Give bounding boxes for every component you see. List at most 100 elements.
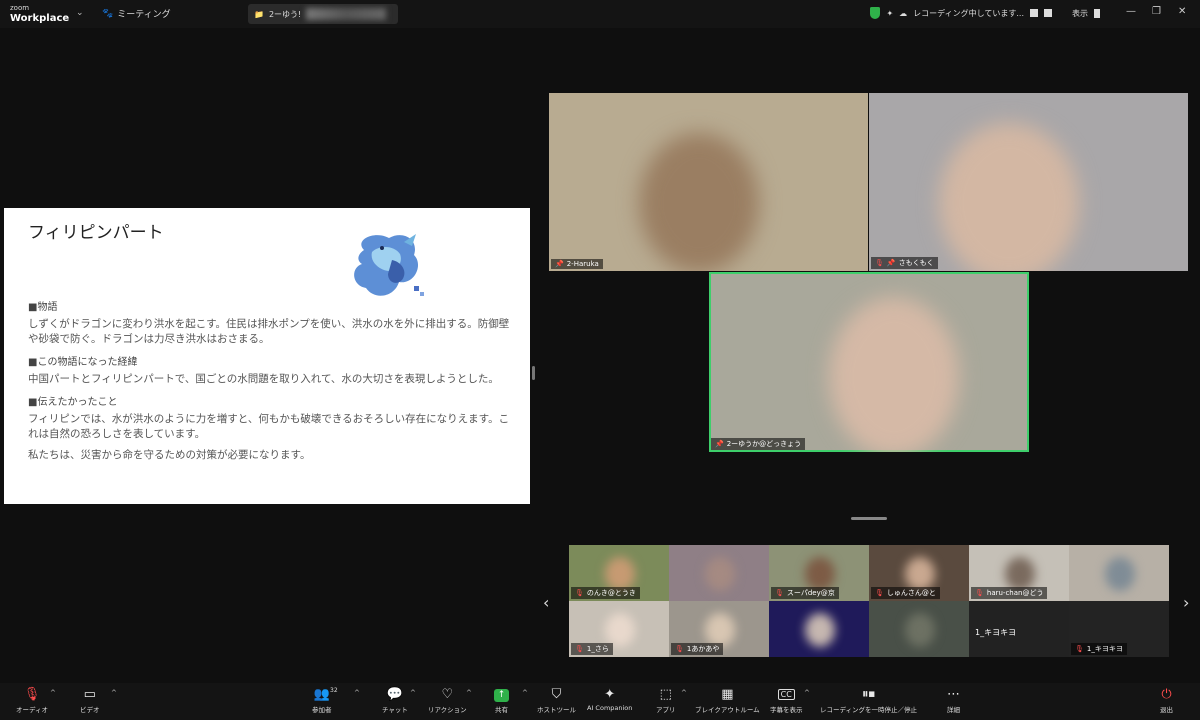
participant-name-tag: 🎙 haru-chan@どう (971, 587, 1048, 599)
gallery-strip: 🎙 のんき@とうき 🎙 スーパdey@京 🎙 しゅんさん@と 🎙 haru-chan@ど… (569, 545, 1169, 657)
top-right-status: ✦ ☁ レコーディング中しています... 表示 (870, 7, 1100, 19)
participant-name: のんき@とうき (586, 589, 636, 597)
audio-button[interactable]: 🎙 オーディオ (16, 686, 48, 714)
chevron-right-icon[interactable]: › (1183, 593, 1189, 612)
blurred-text (306, 8, 387, 20)
reactions-label: リアクション (428, 706, 467, 714)
participant-name-tag: 🎙 1あかあや (671, 643, 724, 655)
closed-captions-icon: CC (777, 689, 795, 700)
more-button[interactable]: ⋯ 詳細 (947, 686, 960, 714)
security-shield-icon[interactable] (870, 7, 881, 19)
chat-button[interactable]: 💬 チャット (382, 686, 408, 714)
host-tools-button[interactable]: ⛉ ホストツール (537, 686, 576, 714)
shared-screen-slide: フィリピンパート ■物語 しずくがドラゴンに変わり洪水を起こす。住民は排水ポンプ… (4, 208, 530, 504)
stop-recording-icon[interactable] (1044, 9, 1052, 17)
meeting-menu-label: ミーティング (117, 10, 171, 20)
pause-recording-icon[interactable] (1030, 9, 1038, 17)
section-text: しずくがドラゴンに変わり洪水を起こす。住民は排水ポンプを使い、洪水の水を外に排出… (28, 318, 510, 345)
close-icon[interactable]: ✕ (1178, 6, 1186, 17)
chevron-left-icon[interactable]: ‹ (543, 593, 549, 612)
speaker-video-tile[interactable]: 🎙 📌 さもくもく (869, 93, 1188, 271)
sparkle-icon[interactable]: ✦ (886, 9, 893, 18)
apps-label: アプリ (656, 706, 676, 714)
captions-options-caret[interactable]: ^ (804, 689, 810, 697)
gallery-tile[interactable] (1069, 545, 1169, 601)
speaker-video-tile[interactable]: 📌 2-Haruka (549, 93, 868, 271)
gallery-tile[interactable]: 🎙 のんき@とうき (569, 545, 669, 601)
gallery-tile[interactable]: 🎙 しゅんさん@と (869, 545, 969, 601)
pin-icon: 📌 (555, 260, 564, 268)
reactions-options-caret[interactable]: ^ (466, 689, 472, 697)
recording-control-button[interactable]: ⏸⏹ レコーディングを一時停止／停止 (820, 686, 917, 714)
meeting-title-tab[interactable]: 📁 2ーゆう! (248, 4, 398, 24)
restore-icon[interactable]: ❐ (1152, 6, 1161, 17)
gallery-tile[interactable] (669, 545, 769, 601)
gallery-tile[interactable]: 🎙 1あかあや (669, 601, 769, 657)
participants-label: 参加者 (312, 706, 332, 714)
shield-icon: ⛉ (551, 687, 562, 702)
gallery-tile[interactable]: 1_キヨキヨ (969, 601, 1069, 657)
slide-section: ■伝えたかったこと フィリピンでは、水が洪水のように力を増すと、何もかも破壊でき… (28, 393, 514, 442)
breakout-rooms-button[interactable]: ▦ ブレイクアウトルーム (695, 686, 760, 714)
gallery-tile[interactable]: 🎙 1_さら (569, 601, 669, 657)
share-label: 共有 (495, 706, 508, 714)
participant-video (905, 557, 935, 591)
participant-count: 32 (330, 687, 338, 694)
section-heading: ■伝えたかったこと (28, 397, 118, 408)
pin-icon: 📌 (715, 440, 724, 448)
participant-video (805, 613, 835, 647)
participant-name-tag: 🎙 スーパdey@京 (771, 587, 839, 599)
participant-video (1105, 557, 1135, 591)
video-camera-icon: ▭ (83, 687, 96, 702)
audio-label: オーディオ (16, 706, 49, 714)
gallery-tile[interactable]: 🎙 haru-chan@どう (969, 545, 1069, 601)
gallery-tile[interactable] (769, 601, 869, 657)
gallery-tile[interactable] (869, 601, 969, 657)
view-grid-icon[interactable] (1094, 8, 1100, 18)
more-label: 詳細 (947, 706, 960, 714)
muted-mic-icon: 🎙 (675, 645, 684, 653)
participant-name: haru-chan@どう (986, 589, 1044, 597)
split-divider-handle[interactable] (532, 366, 535, 380)
section-text: 中国パートとフィリピンパートで、国ごとの水問題を取り入れて、水の大切さを表現しよ… (28, 373, 499, 385)
video-options-caret[interactable]: ^ (111, 689, 117, 697)
share-options-caret[interactable]: ^ (522, 689, 528, 697)
active-speaker-video-tile[interactable]: 📌 2ーゆうか@どっきょう (709, 272, 1029, 452)
leave-icon: ⏻ (1161, 687, 1172, 702)
participant-name-tag: 🎙 のんき@とうき (571, 587, 640, 599)
participant-name-tag: 1_キヨキヨ (971, 626, 1020, 639)
captions-button[interactable]: CC 字幕を表示 (770, 686, 803, 714)
participant-name-tag: 🎙 しゅんさん@と (871, 587, 940, 599)
participant-name-tag: 📌 2-Haruka (551, 259, 603, 269)
participant-name: 1_キヨキヨ (1086, 645, 1123, 653)
participant-name: 1あかあや (686, 645, 720, 653)
participants-button[interactable]: 👥 32 参加者 (312, 686, 338, 714)
meeting-menu[interactable]: 🐾 ミーティング (102, 7, 171, 21)
gallery-tile[interactable]: 🎙 スーパdey@京 (769, 545, 869, 601)
gallery-resize-handle[interactable] (851, 517, 887, 520)
host-tools-label: ホストツール (537, 706, 576, 714)
minimize-icon[interactable]: — (1126, 6, 1136, 17)
participants-options-caret[interactable]: ^ (354, 689, 360, 697)
audio-options-caret[interactable]: ^ (50, 689, 56, 697)
chat-icon: 💬 (386, 687, 404, 702)
video-button[interactable]: ▭ ビデオ (80, 686, 100, 714)
participant-video (905, 613, 935, 647)
share-button[interactable]: ↑ 共有 (494, 686, 509, 714)
video-label: ビデオ (80, 706, 100, 714)
ai-companion-button[interactable]: ✦ AI Companion (587, 686, 632, 712)
chevron-down-icon[interactable]: ⌄ (76, 8, 84, 18)
section-heading: ■この物語になった経緯 (28, 357, 138, 368)
apps-options-caret[interactable]: ^ (681, 689, 687, 697)
participant-video (605, 557, 635, 591)
leave-button[interactable]: ⏻ 退出 (1160, 686, 1173, 714)
view-button[interactable]: 表示 (1072, 8, 1088, 19)
breakout-label: ブレイクアウトルーム (695, 706, 760, 714)
reactions-button[interactable]: ♡ リアクション (428, 686, 467, 714)
slide-title: フィリピンパート (28, 223, 164, 243)
participant-name: 2ーゆうか@どっきょう (726, 440, 802, 448)
chat-options-caret[interactable]: ^ (410, 689, 416, 697)
gallery-tile[interactable]: 🎙 1_キヨキヨ (1069, 601, 1169, 657)
apps-icon: ⬚ (659, 687, 672, 702)
apps-button[interactable]: ⬚ アプリ (656, 686, 676, 714)
